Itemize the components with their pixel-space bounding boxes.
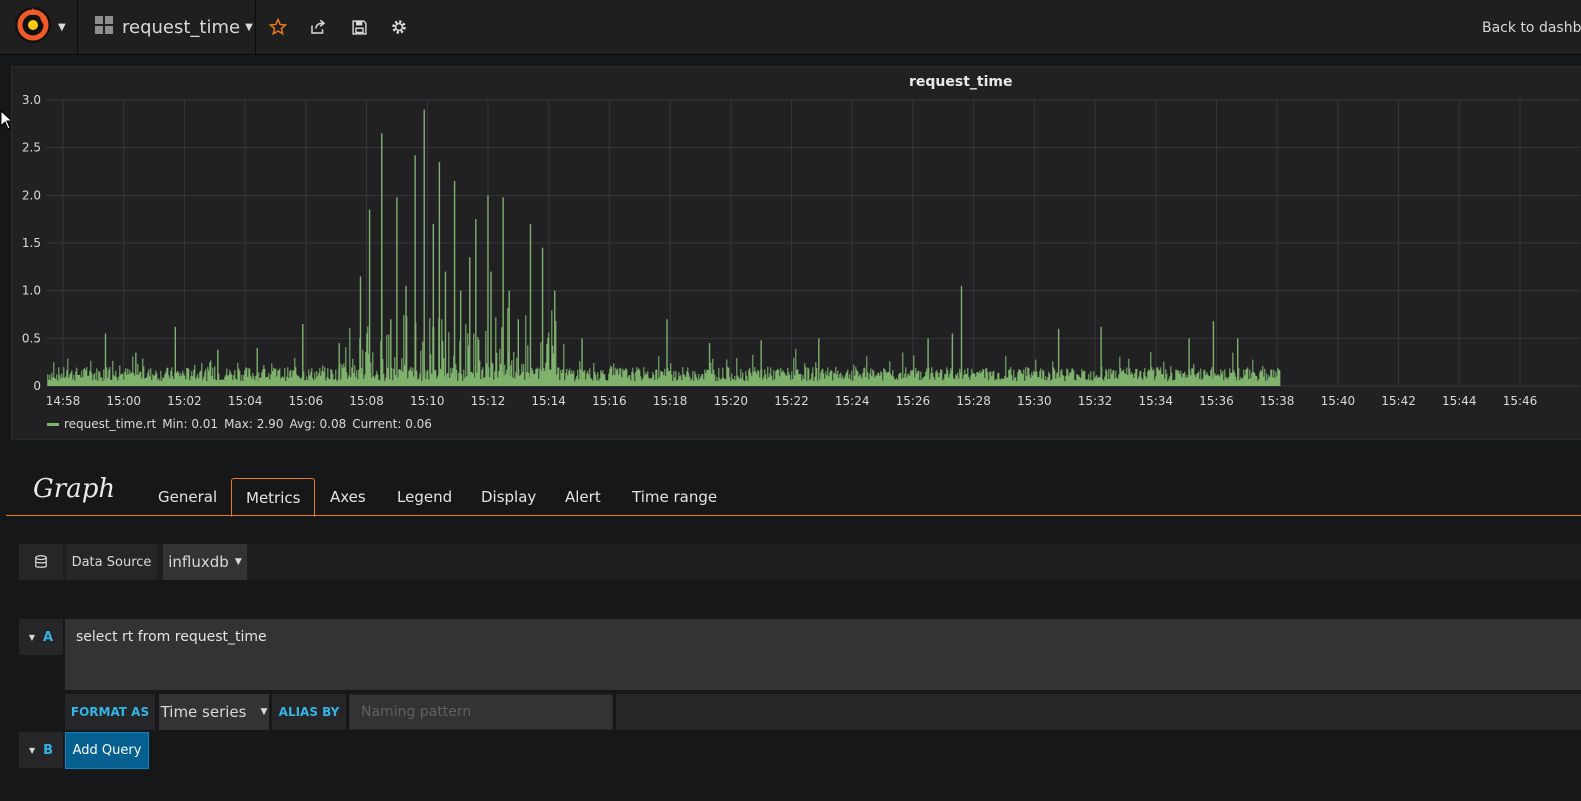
caret-down-icon: ▼ (260, 707, 268, 717)
x-tick-label: 14:58 (46, 394, 81, 408)
x-tick-label: 15:14 (531, 394, 566, 408)
x-tick-label: 15:44 (1442, 394, 1477, 408)
x-tick-label: 15:40 (1321, 394, 1356, 408)
alias-by-label: ALIAS BY (272, 694, 346, 730)
x-tick-label: 15:42 (1381, 394, 1416, 408)
x-tick-label: 15:32 (1078, 394, 1113, 408)
x-tick-label: 15:12 (471, 394, 506, 408)
y-tick-label: 0 (33, 379, 41, 393)
x-tick-label: 15:06 (289, 394, 324, 408)
caret-down-icon: ▼ (28, 632, 36, 642)
database-icon (19, 544, 63, 580)
grafana-logo-icon (14, 6, 52, 48)
x-tick-label: 15:24 (835, 394, 870, 408)
format-as-label: FORMAT AS (65, 694, 155, 730)
x-tick-label: 15:04 (228, 394, 263, 408)
series-floor-band (47, 381, 1281, 386)
tab-time-range[interactable]: Time range (618, 478, 731, 515)
x-tick-label: 15:38 (1260, 394, 1295, 408)
caret-down-icon: ▼ (58, 21, 66, 33)
format-as-select[interactable]: Time series ▼ (159, 694, 269, 730)
x-tick-label: 15:30 (1017, 394, 1052, 408)
x-tick-label: 15:10 (410, 394, 445, 408)
tab-axes[interactable]: Axes (316, 478, 380, 515)
x-tick-label: 15:18 (653, 394, 688, 408)
query-b-collapse-toggle[interactable]: ▼ B (19, 732, 63, 768)
format-as-value: Time series (160, 703, 247, 721)
tab-legend[interactable]: Legend (383, 478, 466, 515)
legend-current: Current: 0.06 (352, 417, 432, 431)
tab-divider (6, 515, 1581, 516)
datasource-label: Data Source (66, 544, 157, 580)
y-tick-label: 1.0 (22, 284, 41, 298)
add-query-button[interactable]: Add Query (65, 732, 149, 769)
caret-down-icon: ▼ (234, 557, 242, 567)
y-tick-label: 0.5 (22, 331, 41, 345)
graph-panel[interactable]: request_time 3.0 2.5 2.0 1.5 1.0 0.5 0 14:58 15:… (11, 66, 1581, 440)
query-a-collapse-toggle[interactable]: ▼ A (19, 619, 63, 655)
gear-icon[interactable] (389, 17, 409, 37)
tab-metrics[interactable]: Metrics (231, 478, 316, 517)
x-tick-label: 15:22 (774, 394, 809, 408)
top-navbar: ▼ request_time ▼ Back to dashb (0, 0, 1581, 55)
dashboard-picker[interactable]: request_time ▼ (80, 0, 256, 54)
x-tick-label: 15:46 (1503, 394, 1538, 408)
datasource-row (19, 544, 1581, 580)
tab-general[interactable]: General (144, 478, 231, 515)
chart-legend: request_time.rt Min: 0.01 Max: 2.90 Avg:… (47, 417, 432, 431)
star-icon[interactable] (268, 17, 288, 37)
caret-down-icon: ▼ (245, 21, 253, 33)
x-tick-label: 15:26 (896, 394, 931, 408)
legend-series-name[interactable]: request_time.rt (64, 417, 156, 431)
grafana-menu-button[interactable]: ▼ (0, 0, 78, 54)
legend-min: Min: 0.01 (162, 417, 219, 431)
share-icon[interactable] (308, 17, 328, 37)
x-tick-label: 15:34 (1138, 394, 1173, 408)
query-a-letter: A (43, 629, 54, 645)
x-tick-label: 15:36 (1199, 394, 1234, 408)
x-tick-label: 15:00 (106, 394, 141, 408)
datasource-value: influxdb (168, 553, 229, 571)
save-icon[interactable] (349, 17, 369, 37)
y-tick-label: 2.5 (22, 141, 41, 155)
dashboard-title: request_time (122, 16, 241, 38)
tab-display[interactable]: Display (467, 478, 550, 515)
editor-tabs: General Metrics Axes Legend Display Aler… (0, 478, 1581, 517)
back-to-dashboard-link[interactable]: Back to dashb (1482, 20, 1581, 36)
alias-by-input[interactable] (349, 694, 613, 730)
query-a-editor[interactable]: select rt from request_time (65, 619, 1581, 690)
legend-series-swatch (47, 422, 59, 426)
x-tick-label: 15:20 (713, 394, 748, 408)
query-b-letter: B (43, 742, 54, 758)
legend-avg: Avg: 0.08 (289, 417, 347, 431)
x-tick-label: 15:02 (167, 394, 202, 408)
caret-down-icon: ▼ (28, 745, 36, 755)
x-tick-label: 15:28 (956, 394, 991, 408)
legend-max: Max: 2.90 (224, 417, 284, 431)
y-tick-label: 3.0 (22, 93, 41, 107)
chart-area[interactable]: 3.0 2.5 2.0 1.5 1.0 0.5 0 14:58 15:00 15:02 15:04 1… (12, 67, 1580, 412)
x-tick-label: 15:08 (349, 394, 384, 408)
x-tick-label: 15:16 (592, 394, 627, 408)
datasource-select[interactable]: influxdb ▼ (163, 544, 247, 580)
dashboard-grid-icon (94, 15, 114, 39)
y-tick-label: 1.5 (22, 236, 41, 250)
query-options-filler (616, 694, 1581, 730)
tab-alert[interactable]: Alert (551, 478, 615, 515)
y-tick-label: 2.0 (22, 188, 41, 202)
